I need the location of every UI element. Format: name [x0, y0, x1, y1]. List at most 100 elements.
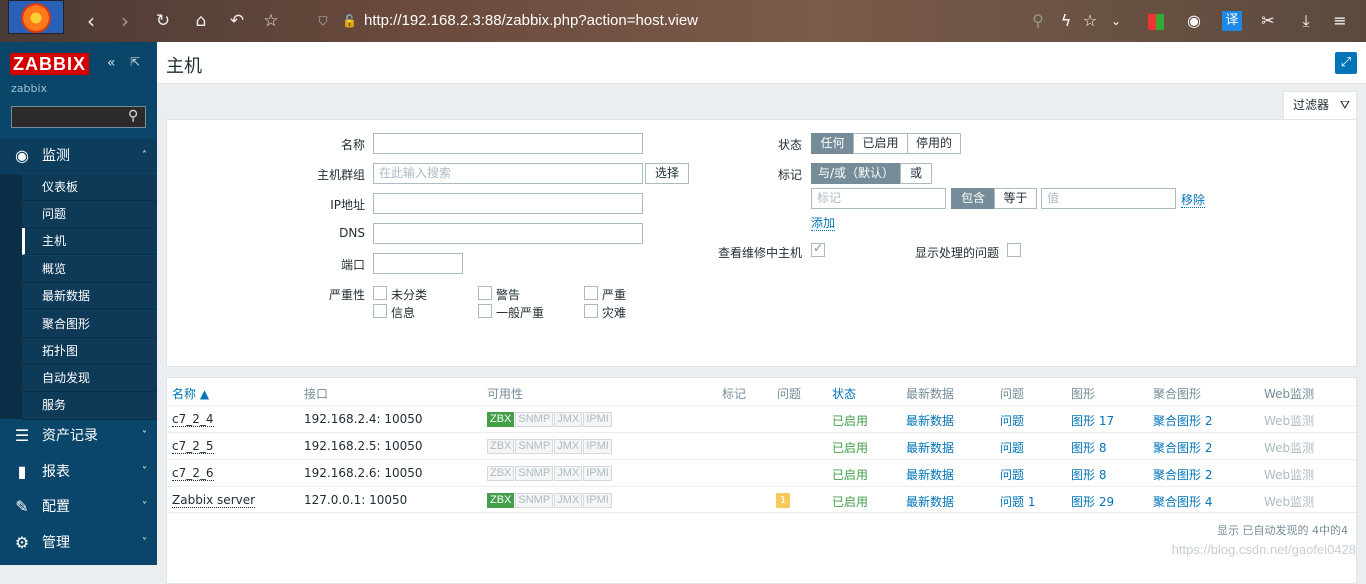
- maintenance-checkbox[interactable]: [811, 241, 825, 257]
- problems-link[interactable]: 问题: [1000, 412, 1024, 429]
- menu-item-hosts[interactable]: 主机: [22, 228, 157, 255]
- back-icon[interactable]: ‹: [80, 10, 102, 32]
- menu-item-discovery[interactable]: 自动发现: [22, 365, 157, 392]
- zbx-badge: ZBX: [487, 439, 515, 454]
- problems-link[interactable]: 问题 1: [1000, 493, 1035, 510]
- menu-item-screens[interactable]: 聚合图形: [22, 311, 157, 338]
- host-name-link[interactable]: c7_2_4: [172, 412, 214, 427]
- severity-checkbox[interactable]: [478, 304, 492, 318]
- col-status[interactable]: 状态: [832, 385, 856, 402]
- menu-item-dashboard[interactable]: 仪表板: [22, 174, 157, 201]
- port-input[interactable]: [373, 253, 463, 274]
- menu-item-overview[interactable]: 概览: [22, 256, 157, 283]
- screens-link[interactable]: 聚合图形 2: [1153, 412, 1212, 429]
- fullscreen-icon[interactable]: ⤢: [1335, 52, 1357, 74]
- tab-favicon[interactable]: [8, 0, 64, 34]
- graphs-link[interactable]: 图形 8: [1071, 439, 1106, 456]
- filter-tab[interactable]: 过滤器 ⛛: [1283, 91, 1357, 119]
- graphs-link[interactable]: 图形 17: [1071, 412, 1114, 429]
- tag-and-or[interactable]: 与/或（默认）: [811, 163, 901, 184]
- name-input[interactable]: [373, 133, 643, 154]
- collapse-sidebar-icon[interactable]: «: [107, 55, 116, 71]
- kiosk-icon[interactable]: ⇱: [130, 55, 140, 69]
- home-icon[interactable]: ⌂: [190, 10, 212, 32]
- zbx-badge: ZBX: [487, 466, 515, 481]
- reload-icon[interactable]: ↻: [152, 10, 174, 32]
- apps-icon[interactable]: [1148, 14, 1164, 30]
- status-disabled[interactable]: 停用的: [907, 133, 961, 154]
- menu-item-maps[interactable]: 拓扑图: [22, 338, 157, 365]
- zabbix-logo[interactable]: ZABBIX: [10, 53, 89, 75]
- download-icon[interactable]: ⤓: [1296, 11, 1316, 31]
- severity-checkbox[interactable]: [373, 304, 387, 318]
- address-bar[interactable]: http://192.168.2.3:88/zabbix.php?action=…: [364, 12, 698, 29]
- select-button[interactable]: 选择: [645, 163, 689, 184]
- col-name[interactable]: 名称 ▲: [172, 385, 209, 402]
- menu-inventory[interactable]: ☰ 资产记录 ˅: [0, 419, 157, 453]
- host-status[interactable]: 已启用: [832, 493, 868, 510]
- search-icon[interactable]: ⚲: [128, 108, 138, 124]
- bookmark-star-icon[interactable]: ☆: [260, 10, 282, 32]
- host-status[interactable]: 已启用: [832, 439, 868, 456]
- globe-icon[interactable]: ◉: [1184, 11, 1204, 31]
- menu-item-services[interactable]: 服务: [22, 392, 157, 420]
- tag-contains[interactable]: 包含: [951, 188, 995, 209]
- menu-icon[interactable]: ≡: [1330, 11, 1350, 31]
- filter-tab-label: 过滤器: [1293, 98, 1330, 112]
- tag-name-input[interactable]: 标记: [811, 188, 946, 209]
- search-icon[interactable]: ⚲: [1028, 11, 1048, 31]
- menu-item-problems[interactable]: 问题: [22, 201, 157, 228]
- translate-icon[interactable]: 译: [1222, 11, 1242, 31]
- menu-item-latest-data[interactable]: 最新数据: [22, 283, 157, 310]
- ip-input[interactable]: [373, 193, 643, 214]
- status-any[interactable]: 任何: [811, 133, 854, 154]
- latest-data-link[interactable]: 最新数据: [906, 439, 954, 456]
- problems-link[interactable]: 问题: [1000, 466, 1024, 483]
- host-status[interactable]: 已启用: [832, 466, 868, 483]
- severity-checkbox[interactable]: [584, 286, 598, 300]
- host-name-link[interactable]: c7_2_6: [172, 466, 214, 481]
- forward-icon[interactable]: ›: [114, 10, 136, 32]
- latest-data-link[interactable]: 最新数据: [906, 493, 954, 510]
- menu-monitoring[interactable]: ◉ 监测 ˄: [0, 139, 157, 173]
- suppressed-checkbox[interactable]: [1007, 243, 1021, 257]
- chevron-down-icon[interactable]: ⌄: [1106, 11, 1126, 31]
- remove-tag-link[interactable]: 移除: [1181, 193, 1206, 208]
- screens-link[interactable]: 聚合图形 2: [1153, 466, 1212, 483]
- problems-link[interactable]: 问题: [1000, 439, 1024, 456]
- col-latest-data: 最新数据: [906, 387, 955, 401]
- menu-configuration[interactable]: ✎ 配置 ˅: [0, 490, 157, 524]
- menu-label: 配置: [42, 499, 70, 515]
- add-tag-link[interactable]: 添加: [811, 216, 836, 231]
- port-label: 端口: [340, 258, 365, 272]
- host-name-link[interactable]: Zabbix server: [172, 493, 256, 508]
- latest-data-link[interactable]: 最新数据: [906, 466, 954, 483]
- problem-count-badge[interactable]: 1: [776, 493, 790, 508]
- undo-icon[interactable]: ↶: [226, 10, 248, 32]
- severity-checkbox[interactable]: [584, 304, 598, 318]
- sidebar-search-input[interactable]: [11, 106, 146, 128]
- tag-value-input[interactable]: 值: [1041, 188, 1176, 209]
- severity-checkbox[interactable]: [373, 286, 387, 300]
- snmp-badge: SNMP: [515, 412, 554, 427]
- tag-equals[interactable]: 等于: [994, 188, 1037, 209]
- scissors-icon[interactable]: ✂: [1258, 11, 1278, 31]
- screens-link[interactable]: 聚合图形 4: [1153, 493, 1212, 510]
- star-icon[interactable]: ☆: [1080, 11, 1100, 31]
- host-status[interactable]: 已启用: [832, 412, 868, 429]
- hostgroup-input[interactable]: 在此输入搜索: [373, 163, 643, 184]
- graphs-link[interactable]: 图形 8: [1071, 466, 1106, 483]
- host-name-link[interactable]: c7_2_5: [172, 439, 214, 454]
- insecure-lock-icon[interactable]: 🔓: [342, 14, 357, 28]
- screens-link[interactable]: 聚合图形 2: [1153, 439, 1212, 456]
- menu-reports[interactable]: ▮ 报表 ˅: [0, 455, 157, 489]
- dns-input[interactable]: [373, 223, 643, 244]
- tag-or[interactable]: 或: [900, 163, 932, 184]
- latest-data-link[interactable]: 最新数据: [906, 412, 954, 429]
- shield-icon[interactable]: ⛉: [316, 14, 330, 28]
- lightning-icon[interactable]: ϟ: [1056, 11, 1076, 31]
- menu-administration[interactable]: ⚙ 管理 ˅: [0, 526, 157, 560]
- graphs-link[interactable]: 图形 29: [1071, 493, 1114, 510]
- status-enabled[interactable]: 已启用: [853, 133, 908, 154]
- severity-checkbox[interactable]: [478, 286, 492, 300]
